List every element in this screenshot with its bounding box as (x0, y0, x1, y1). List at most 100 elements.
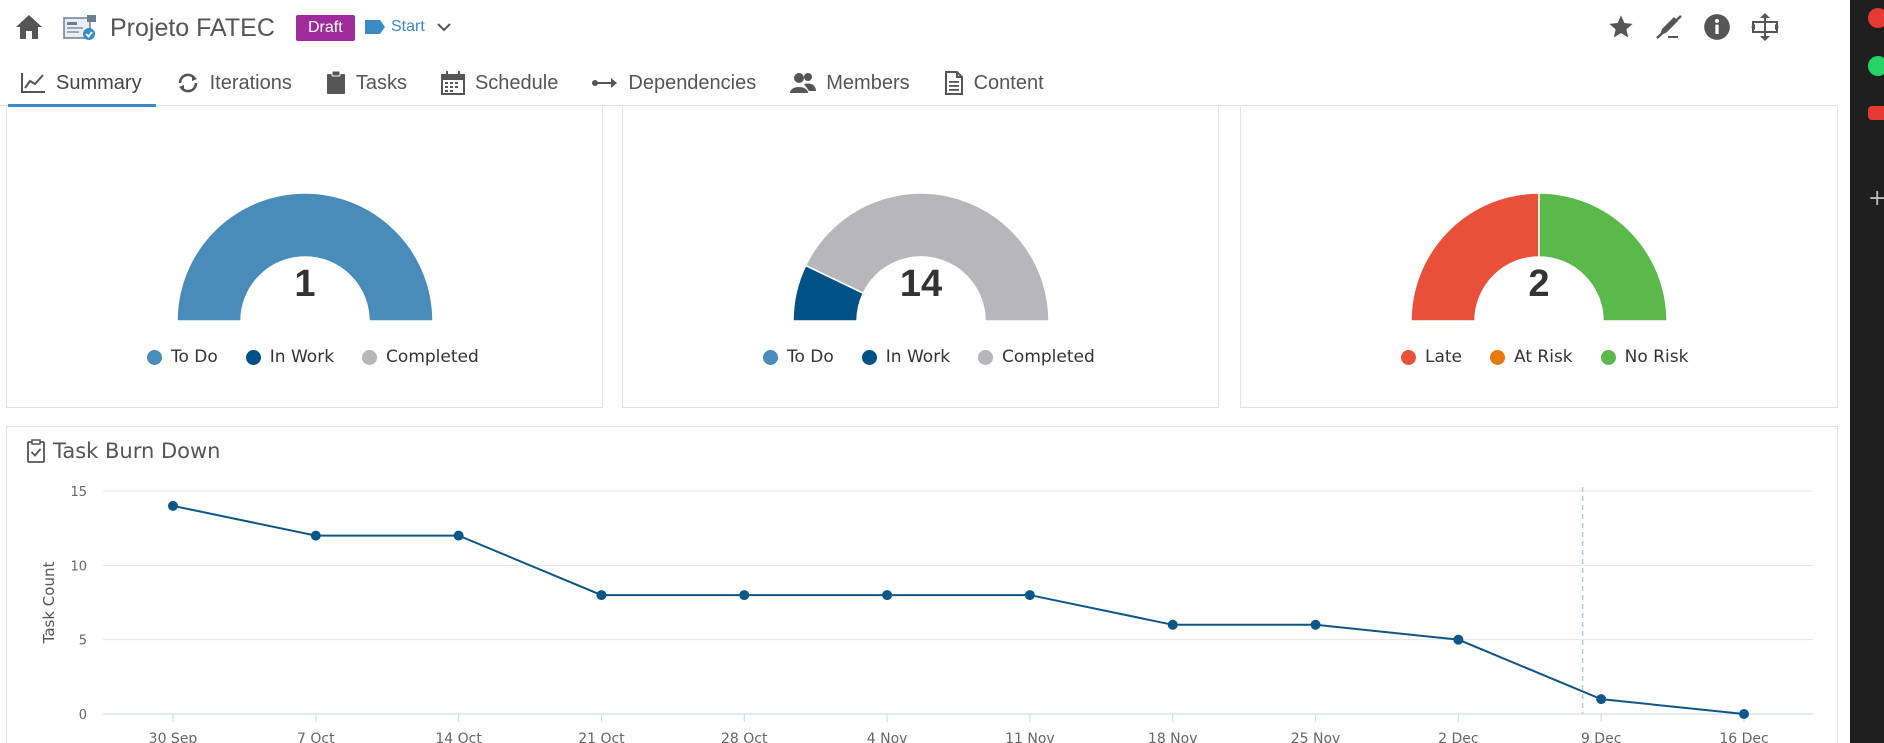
tab-label: Iterations (209, 71, 292, 94)
data-point[interactable] (739, 590, 750, 601)
add-icon[interactable]: + (1868, 186, 1884, 211)
gauge-total-value: 1 (294, 263, 316, 305)
x-tick-label: 28 Oct (721, 731, 768, 743)
series-line (172, 504, 1745, 715)
stage-dropdown-label[interactable]: Start (391, 18, 425, 36)
x-tick-label: 11 Nov (1005, 731, 1055, 743)
gauge-card-iterations: 1 To Do In Work Completed (6, 107, 603, 408)
legend-item[interactable]: Completed (362, 347, 479, 367)
legend-item[interactable]: To Do (147, 347, 218, 367)
gauge-legend: Late At Risk No Risk (1401, 347, 1716, 367)
star-icon[interactable] (1604, 10, 1638, 44)
status-badge: Draft (296, 15, 355, 41)
legend-dot (1401, 349, 1416, 365)
legend-label: To Do (171, 347, 218, 367)
legend-item[interactable]: At Risk (1490, 347, 1573, 367)
x-tick-label: 9 Dec (1581, 731, 1621, 743)
legend-item[interactable]: To Do (763, 347, 834, 367)
tab-label: Summary (56, 71, 142, 94)
legend-item[interactable]: In Work (861, 347, 950, 367)
gauge-legend: To Do In Work Completed (147, 347, 507, 367)
home-icon[interactable] (12, 10, 46, 44)
expand-collapse-icon[interactable] (1748, 10, 1782, 44)
legend-dot (362, 349, 378, 365)
project-title: Projeto FATEC (110, 14, 275, 42)
tab-label: Tasks (355, 71, 407, 94)
tab-label: Dependencies (628, 71, 757, 94)
y-tick-label: 0 (79, 708, 87, 723)
y-tick-label: 5 (79, 634, 87, 649)
tab-members[interactable]: Members (770, 60, 923, 106)
y-tick-label: 15 (70, 485, 87, 500)
browser-side-panel: + (1850, 0, 1884, 743)
legend-label: Completed (1002, 347, 1095, 367)
x-tick-label: 7 Oct (297, 731, 335, 743)
data-point[interactable] (1453, 634, 1464, 645)
panel-title: Task Burn Down (53, 439, 221, 463)
legend-item[interactable]: Late (1401, 347, 1462, 367)
calendar-icon (440, 71, 465, 95)
tab-tasks[interactable]: Tasks (306, 60, 421, 106)
tab-schedule[interactable]: Schedule (421, 60, 572, 106)
clipboard-icon (326, 71, 346, 95)
tab-content[interactable]: Content (924, 60, 1058, 106)
tab-summary[interactable]: Summary (0, 60, 156, 107)
info-icon[interactable] (1700, 10, 1734, 44)
x-tick-label: 18 Nov (1148, 731, 1198, 743)
legend-label: In Work (269, 347, 335, 367)
gauge-card-risk: 2 Late At Risk No Risk (1240, 107, 1838, 408)
legend-dot (1490, 349, 1506, 365)
x-tick-label: 21 Oct (578, 731, 625, 743)
gauge-legend: To Do In Work Completed (763, 347, 1123, 367)
data-point[interactable] (882, 590, 893, 601)
legend-label: To Do (787, 347, 834, 367)
tab-label: Content (973, 71, 1044, 94)
users-icon (790, 72, 817, 94)
line-chart-icon (20, 72, 46, 94)
data-point[interactable] (1310, 619, 1321, 630)
data-point[interactable] (1024, 590, 1035, 601)
tab-dependencies[interactable]: Dependencies (572, 60, 770, 106)
gauge-total-value: 2 (1528, 263, 1550, 305)
tab-iterations[interactable]: Iterations (156, 60, 306, 106)
cycle-icon (176, 72, 200, 94)
data-point[interactable] (1739, 709, 1749, 719)
data-point[interactable] (596, 590, 607, 601)
legend-item[interactable]: Completed (978, 347, 1095, 367)
data-point[interactable] (1596, 694, 1607, 705)
x-tick-label: 16 Dec (1719, 731, 1768, 743)
x-tick-label: 2 Dec (1438, 731, 1478, 743)
x-tick-label: 30 Sep (149, 731, 198, 743)
tab-bar: Summary Iterations Tasks Schedule Depend… (0, 60, 1838, 107)
tab-label: Members (826, 71, 910, 94)
task-burn-down-panel: Task Burn Down 0 5 10 15 Task Count 30 Sep 7 O… (6, 426, 1838, 743)
legend-item[interactable]: No Risk (1600, 347, 1689, 367)
x-tick-label: 14 Oct (435, 731, 482, 743)
x-tick-label: 25 Nov (1291, 731, 1341, 743)
edit-off-icon[interactable] (1652, 10, 1686, 44)
flag-icon (365, 20, 385, 39)
data-point[interactable] (453, 530, 464, 541)
tab-label: Schedule (474, 71, 559, 94)
whatsapp-icon[interactable] (1868, 56, 1884, 76)
data-point[interactable] (310, 530, 321, 541)
legend-dot (763, 349, 778, 365)
data-point[interactable] (1167, 619, 1178, 630)
legend-item[interactable]: In Work (245, 347, 335, 367)
youtube-music-icon[interactable] (1868, 8, 1884, 28)
legend-label: At Risk (1514, 347, 1573, 367)
legend-dot (861, 349, 877, 365)
legend-dot (978, 349, 994, 365)
page-header: Projeto FATEC Draft Start (0, 0, 1838, 56)
legend-label: Completed (386, 347, 479, 367)
y-axis-title: Task Count (40, 562, 58, 645)
project-icon (62, 14, 98, 42)
clipboard-check-icon (27, 439, 45, 468)
chevron-down-icon[interactable] (436, 20, 452, 38)
legend-label: No Risk (1624, 347, 1689, 367)
document-icon (944, 71, 964, 95)
legend-label: Late (1425, 347, 1463, 367)
youtube-icon[interactable] (1868, 106, 1884, 120)
data-point[interactable] (168, 500, 178, 511)
legend-dot (245, 349, 261, 365)
